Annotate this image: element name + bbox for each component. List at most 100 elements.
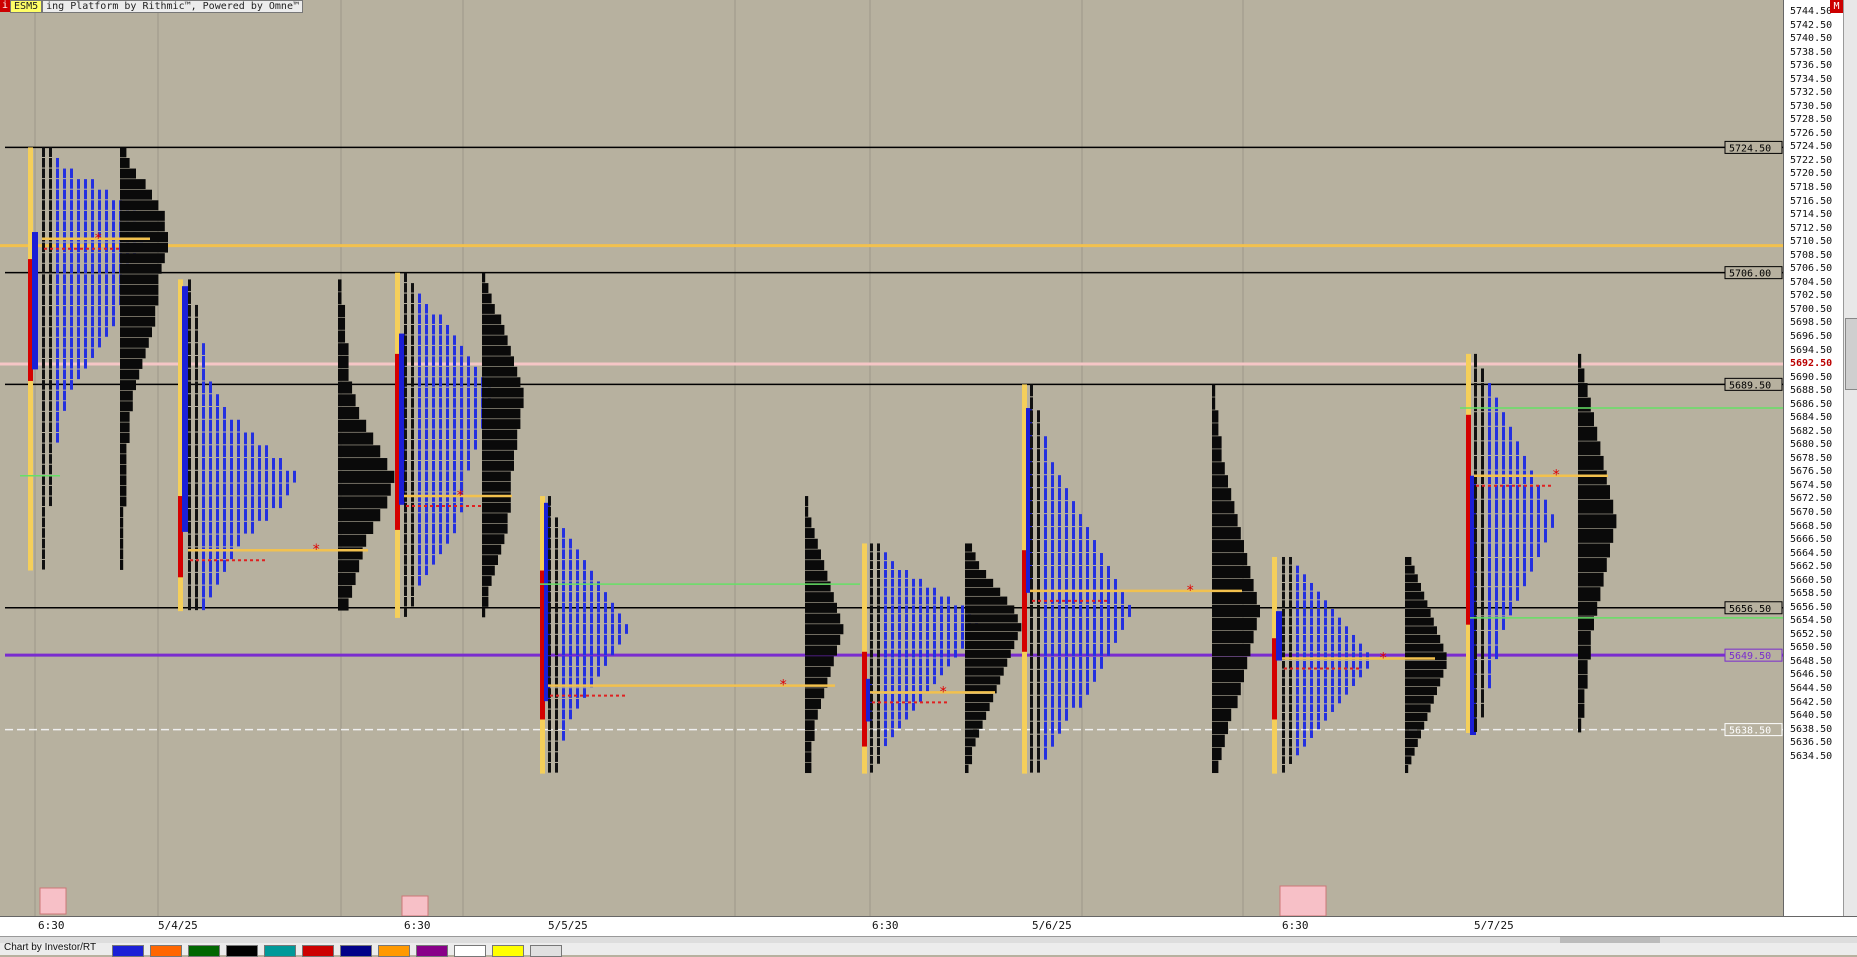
tpo-block: [188, 381, 191, 394]
color-swatch[interactable]: [150, 945, 182, 957]
color-swatch[interactable]: [454, 945, 486, 957]
volume-bar: [1578, 630, 1591, 645]
color-swatch[interactable]: [112, 945, 144, 957]
volume-bar: [1212, 423, 1219, 436]
tpo-block: [1331, 634, 1334, 643]
color-swatch[interactable]: [378, 945, 410, 957]
app-icon[interactable]: i: [0, 0, 11, 12]
tpo-block: [432, 523, 435, 534]
color-swatch[interactable]: [492, 945, 524, 957]
time-tick-label: 6:30: [1282, 919, 1309, 932]
tpo-block: [912, 676, 915, 685]
tpo-block: [562, 645, 565, 656]
tpo-block: [1058, 488, 1061, 501]
color-swatch[interactable]: [530, 945, 562, 957]
tpo-block: [244, 483, 247, 496]
hscroll-thumb[interactable]: [1560, 937, 1660, 943]
tpo-block: [453, 398, 456, 408]
color-swatches[interactable]: [112, 945, 568, 957]
tpo-block: [84, 242, 87, 253]
volume-bar: [1212, 643, 1251, 657]
tpo-block: [404, 544, 407, 555]
tpo-block: [216, 521, 219, 534]
color-swatch[interactable]: [416, 945, 448, 957]
tpo-block: [933, 667, 936, 676]
tpo-block: [42, 549, 45, 559]
color-swatch[interactable]: [188, 945, 220, 957]
tpo-block: [1523, 514, 1526, 528]
volume-bar: [805, 549, 821, 560]
tpo-block: [84, 263, 87, 274]
tpo-block: [404, 607, 407, 617]
tpo-block: [70, 295, 73, 306]
tpo-block: [905, 587, 908, 596]
tpo-block: [42, 358, 45, 369]
tpo-block: [1030, 384, 1033, 397]
tpo-block: [933, 605, 936, 614]
tpo-block: [425, 460, 428, 471]
tpo-block: [258, 483, 261, 496]
volume-bar: [482, 440, 518, 450]
tpo-block: [870, 711, 873, 720]
menu-icon[interactable]: M: [1830, 0, 1843, 13]
tpo-block: [870, 605, 873, 614]
tpo-block: [912, 693, 915, 702]
market-profile-chart[interactable]: 5724.505706.005689.505656.505649.505638.…: [0, 0, 1783, 916]
tpo-block: [1044, 695, 1047, 708]
tpo-block: [209, 470, 212, 483]
tpo-block: [195, 407, 198, 419]
scrollbar-thumb[interactable]: [1845, 318, 1857, 390]
tpo-block: [1289, 738, 1292, 747]
tpo-block: [195, 394, 198, 407]
tpo-block: [105, 263, 108, 274]
tpo-block: [947, 640, 950, 649]
volume-bar: [1405, 582, 1421, 592]
tpo-block: [576, 656, 579, 666]
tpo-block: [439, 471, 442, 481]
level-tag-label: 5689.50: [1729, 380, 1771, 391]
title-bar: i ESM5 ing Platform by Rithmic™, Powered…: [0, 0, 303, 13]
tpo-block: [425, 440, 428, 450]
tpo-block: [453, 429, 456, 440]
tpo-block: [569, 709, 572, 720]
price-tick-label: 5660.50: [1790, 574, 1833, 586]
volume-bar: [1212, 617, 1257, 631]
tpo-block: [258, 496, 261, 509]
volume-bar: [338, 534, 367, 547]
time-axis[interactable]: 6:30 5/4/25 6:30 5/5/25 6:30 5/6/25 6:30 5/7/25: [0, 916, 1857, 937]
tpo-block: [56, 390, 59, 401]
volume-bar: [1405, 738, 1418, 748]
tpo-block: [1296, 574, 1299, 582]
color-swatch[interactable]: [302, 945, 334, 957]
tpo-block: [583, 613, 586, 624]
tpo-block: [209, 534, 212, 547]
tpo-block: [425, 324, 428, 335]
symbol-label[interactable]: ESM5: [10, 0, 43, 13]
vertical-scrollbar[interactable]: [1843, 0, 1857, 916]
tpo-block: [460, 450, 463, 460]
tpo-block: [1030, 501, 1033, 514]
tpo-block: [884, 587, 887, 596]
tpo-block: [42, 559, 45, 570]
horizontal-scrollbar[interactable]: [0, 937, 1857, 943]
volume-bar: [120, 189, 152, 200]
color-swatch[interactable]: [264, 945, 296, 957]
volume-bar: [482, 513, 508, 524]
tpo-block: [1282, 556, 1285, 565]
tpo-block: [940, 649, 943, 658]
tpo-block: [1303, 686, 1306, 695]
color-swatch[interactable]: [226, 945, 258, 957]
tpo-block: [1474, 630, 1477, 645]
tpo-block: [195, 445, 198, 458]
tpo-block: [432, 440, 435, 450]
tpo-block: [583, 560, 586, 570]
time-tick-label: 6:30: [404, 919, 431, 932]
tpo-block: [933, 658, 936, 667]
tpo-block: [548, 666, 551, 677]
tpo-block: [1317, 686, 1320, 695]
tpo-block: [877, 543, 880, 552]
tpo-block: [1481, 426, 1484, 441]
tpo-block: [411, 481, 414, 492]
color-swatch[interactable]: [340, 945, 372, 957]
tpo-block: [1030, 669, 1033, 682]
